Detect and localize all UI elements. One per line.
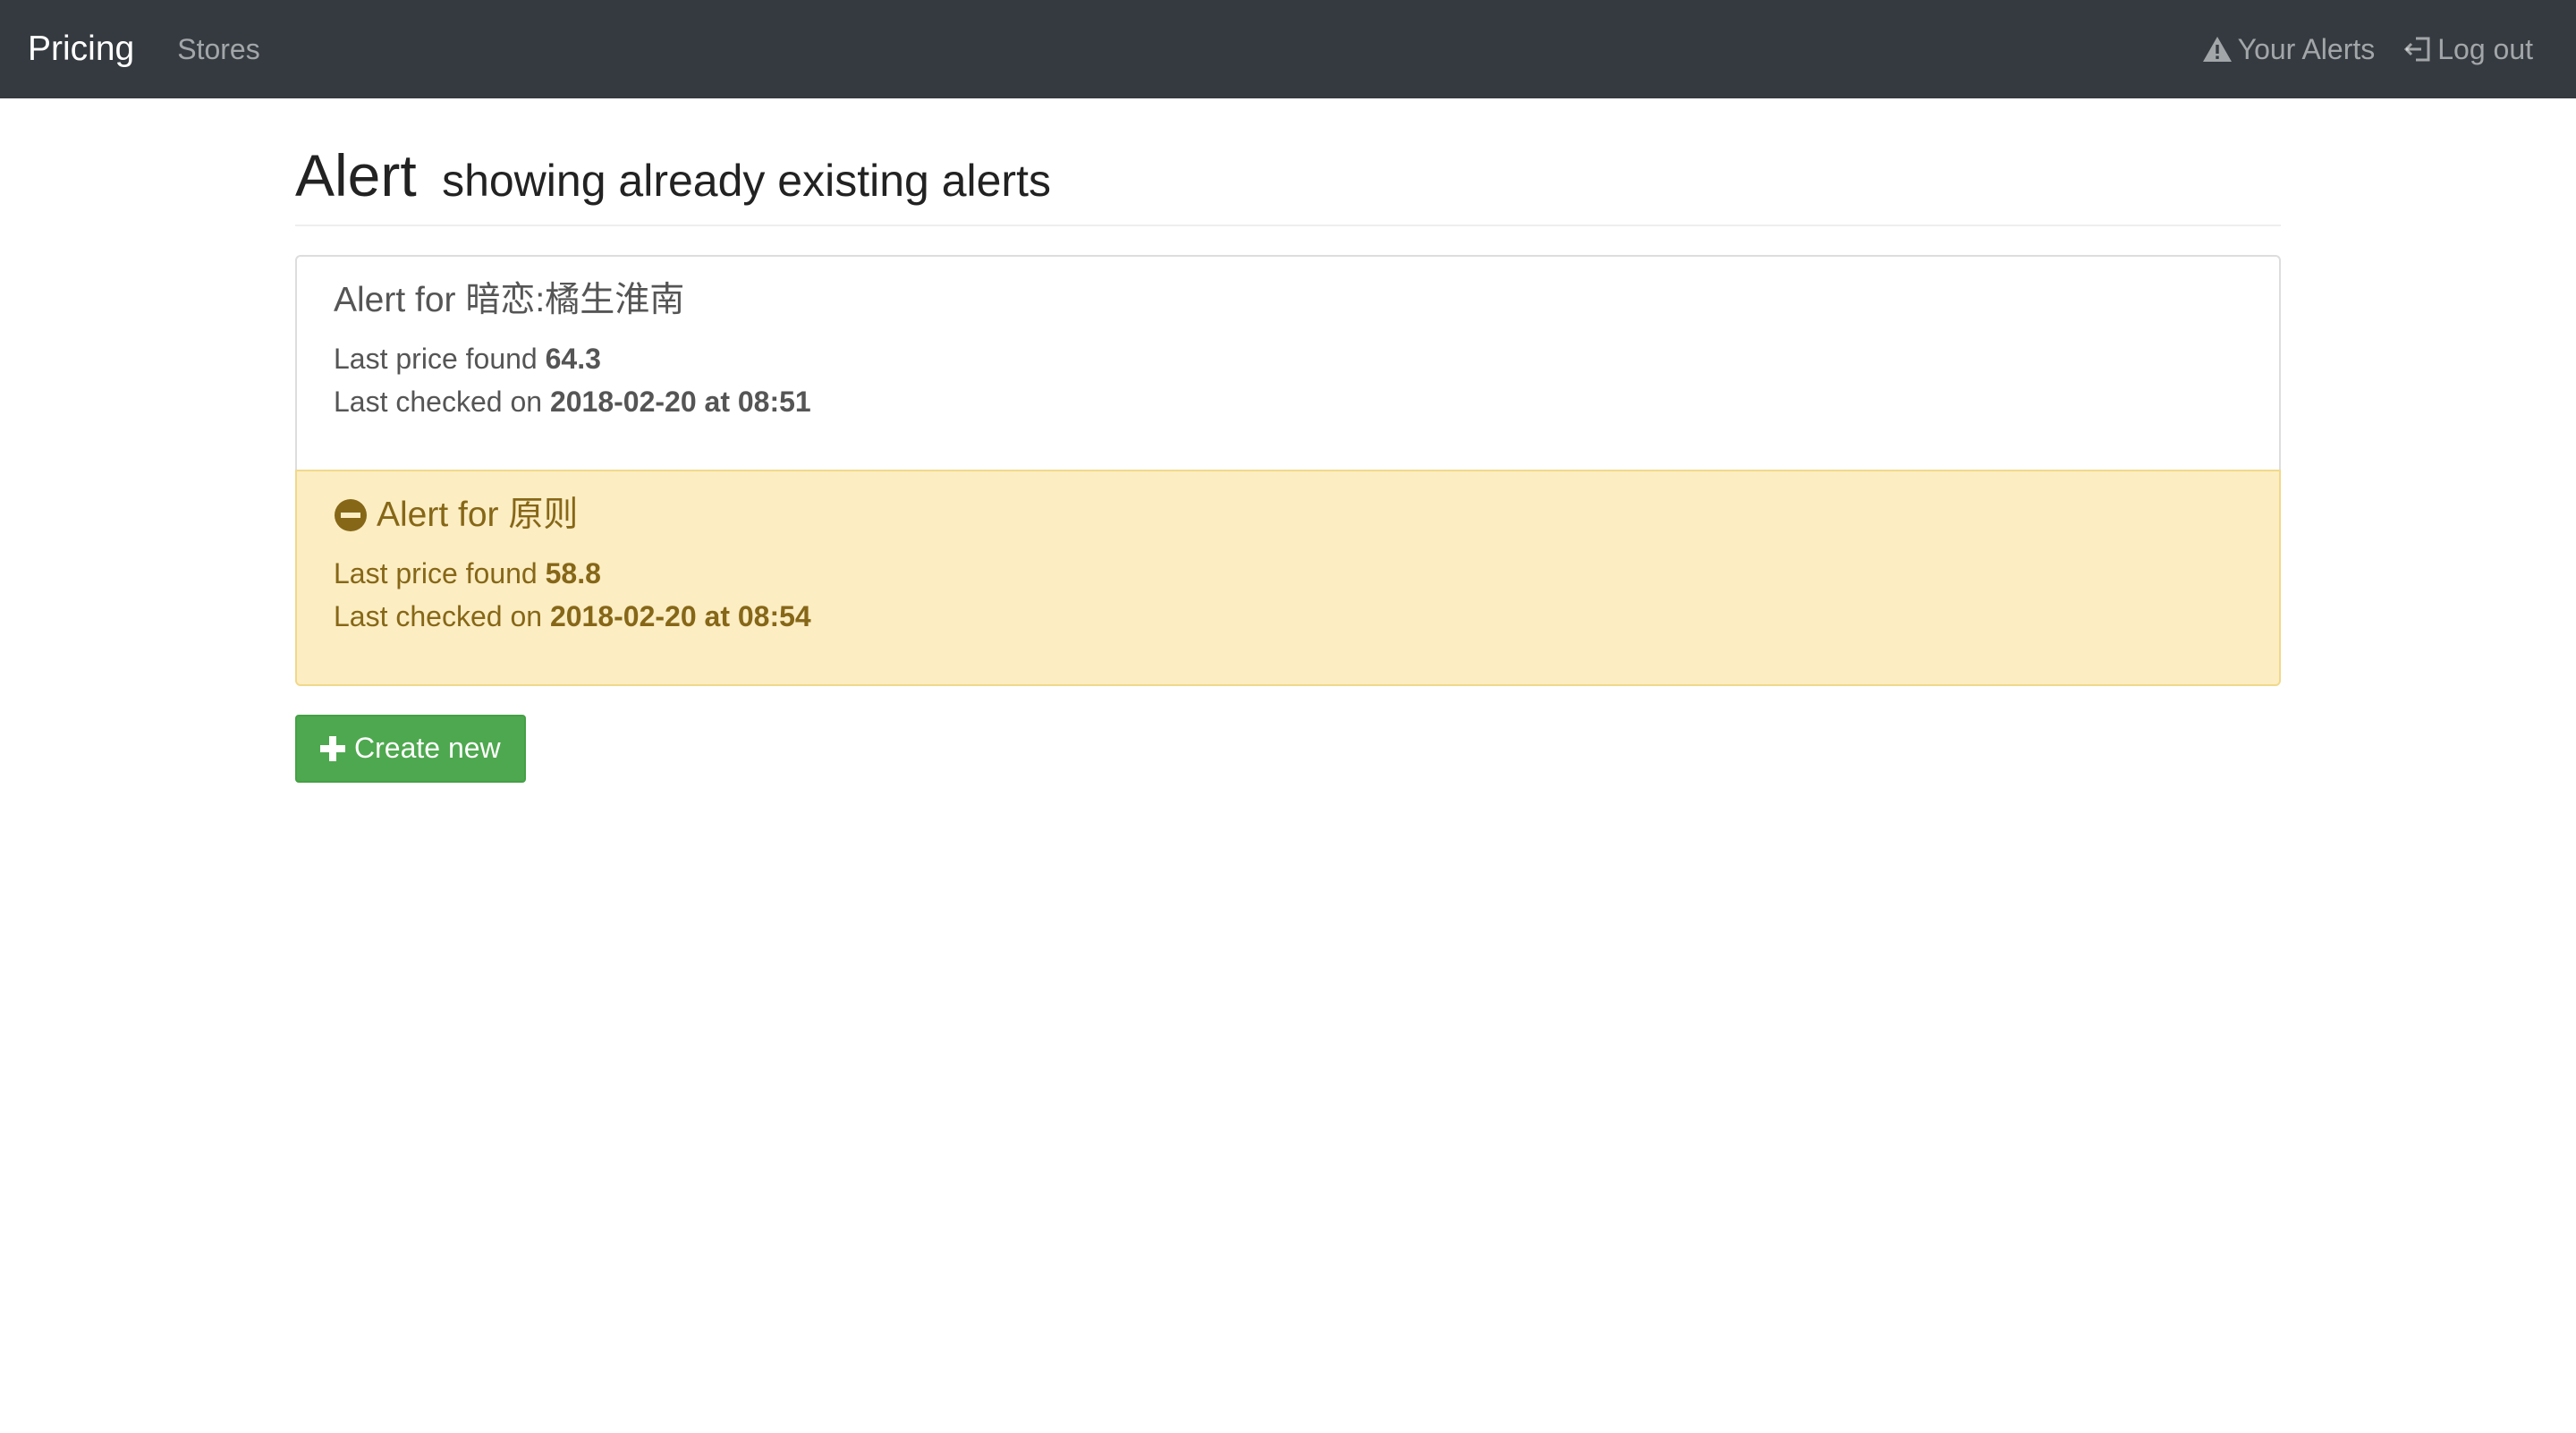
alert-price-line: Last price found 58.8 (334, 552, 2242, 595)
your-alerts-label: Your Alerts (2237, 32, 2376, 65)
create-new-button[interactable]: Create new (295, 714, 526, 783)
alert-item[interactable]: Alert for 暗恋:橘生淮南 Last price found 64.3 … (295, 254, 2281, 471)
checked-value: 2018-02-20 at 08:54 (549, 600, 811, 633)
log-out-label: Log out (2437, 32, 2533, 65)
nav-link-stores[interactable]: Stores (177, 33, 259, 66)
alert-heading: Alert for 暗恋:橘生淮南 (334, 280, 685, 319)
main-container: Alert showing already existing alerts Al… (295, 98, 2281, 783)
alert-checked-line: Last checked on 2018-02-20 at 08:51 (334, 380, 2242, 423)
minus-circle-icon (334, 498, 368, 532)
top-navbar: Pricing Stores Your Alerts Log out (0, 0, 2576, 98)
plus-icon (320, 735, 345, 761)
alerts-list: Alert for 暗恋:橘生淮南 Last price found 64.3 … (295, 254, 2281, 686)
create-new-label: Create new (354, 732, 501, 765)
checked-value: 2018-02-20 at 08:51 (549, 386, 811, 419)
price-label: Last price found (334, 343, 538, 376)
nav-link-your-alerts[interactable]: Your Alerts (2202, 32, 2376, 66)
alert-checked-line: Last checked on 2018-02-20 at 08:54 (334, 595, 2242, 638)
page-title-text: Alert (295, 142, 417, 208)
page-title: Alert showing already existing alerts (295, 143, 2281, 208)
nav-link-log-out[interactable]: Log out (2403, 33, 2533, 66)
warning-triangle-icon (2202, 36, 2233, 63)
log-out-icon (2403, 36, 2432, 63)
checked-label: Last checked on (334, 386, 543, 419)
price-label: Last price found (334, 557, 538, 590)
brand-link[interactable]: Pricing (28, 30, 134, 69)
alert-item-deactivated[interactable]: Alert for 原则 Last price found 58.8 Last … (295, 469, 2281, 686)
checked-label: Last checked on (334, 600, 543, 633)
alert-price-line: Last price found 64.3 (334, 337, 2242, 380)
price-value: 58.8 (545, 557, 601, 590)
page-subtitle: showing already existing alerts (442, 156, 1051, 206)
page-header: Alert showing already existing alerts (295, 143, 2281, 226)
alert-heading-text: Alert for 原则 (377, 495, 579, 534)
price-value: 64.3 (545, 343, 601, 376)
alert-heading: Alert for 原则 (334, 495, 2242, 537)
navbar-right: Your Alerts Log out (2202, 33, 2533, 66)
